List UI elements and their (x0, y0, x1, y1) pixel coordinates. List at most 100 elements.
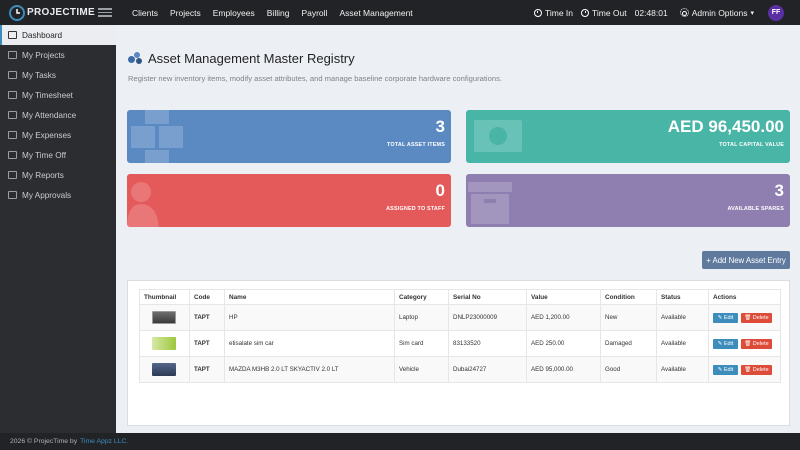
sidebar-item-label: My Time Off (22, 150, 66, 160)
table-header-row: Thumbnail Code Name Category Serial No V… (139, 289, 781, 305)
folder-icon (8, 51, 17, 59)
table-row: TAPT etisalate sim car Sim card 83133520… (139, 330, 781, 357)
asset-table-panel: Thumbnail Code Name Category Serial No V… (127, 280, 790, 426)
col-serial: Serial No (448, 289, 527, 305)
sidebar-item-label: My Expenses (22, 130, 72, 140)
sidebar-item-my-expenses[interactable]: My Expenses (0, 125, 116, 145)
sidebar-toggle-icon[interactable] (98, 8, 112, 17)
edit-button[interactable]: ✎ Edit (713, 312, 738, 323)
condition-cell: Good (600, 356, 657, 383)
name-cell: MAZDA M3HB 2.0 LT SKYACTIV 2.0 LT (224, 356, 395, 383)
footer-company-link[interactable]: Time Appz LLC. (80, 438, 128, 445)
main-nav: Clients Projects Employees Billing Payro… (126, 8, 419, 18)
thumbnail-cell (139, 330, 190, 357)
archive-icon (468, 182, 512, 224)
code-cell: TAPT (189, 330, 225, 357)
sidebar-item-my-tasks[interactable]: My Tasks (0, 65, 116, 85)
sidebar-item-label: My Timesheet (22, 90, 73, 100)
thumbnail-cell (139, 304, 190, 331)
thumbnail-cell (139, 356, 190, 383)
actions-cell: ✎ Edit 🗑 Delete (708, 356, 781, 383)
brand-name: PROJECTIME (27, 7, 96, 18)
table-row: TAPT MAZDA M3HB 2.0 LT SKYACTIV 2.0 LT V… (139, 356, 781, 383)
cubes-icon (131, 110, 183, 163)
nav-billing[interactable]: Billing (261, 8, 296, 18)
sidebar-item-label: My Attendance (22, 110, 77, 120)
page-header: Asset Management Master Registry (128, 51, 355, 66)
nav-payroll[interactable]: Payroll (295, 8, 333, 18)
name-cell: etisalate sim car (224, 330, 395, 357)
user-icon (127, 182, 159, 227)
value-cell: AED 1,200.00 (526, 304, 601, 331)
sidebar-item-label: Dashboard (22, 30, 63, 40)
sidebar-item-my-timesheet[interactable]: My Timesheet (0, 85, 116, 105)
sidebar-item-label: My Reports (22, 170, 64, 180)
serial-cell: DNLP23000009 (448, 304, 527, 331)
col-thumbnail: Thumbnail (139, 289, 190, 305)
stat-label: AVAILABLE SPARES (727, 206, 784, 212)
serial-cell: 83133520 (448, 330, 527, 357)
topbar-right: Time In Time Out 02:48:01 Admin Options ▾… (526, 4, 800, 21)
condition-cell: New (600, 304, 657, 331)
top-navbar: PROJECTIME Clients Projects Employees Bi… (0, 0, 800, 25)
admin-options-dropdown[interactable]: Admin Options ▾ (679, 7, 754, 18)
admin-options-label: Admin Options (691, 7, 748, 18)
clock-icon (533, 8, 542, 17)
laptop-thumbnail (152, 311, 176, 324)
col-condition: Condition (600, 289, 657, 305)
brand-logo[interactable]: PROJECTIME (0, 4, 96, 22)
time-in-label: Time In (544, 7, 573, 18)
col-status: Status (656, 289, 709, 305)
main-content: Asset Management Master Registry Registe… (116, 25, 800, 433)
code-cell: TAPT (189, 304, 225, 331)
asset-table: Thumbnail Code Name Category Serial No V… (139, 289, 781, 383)
status-cell: Available (656, 356, 709, 383)
money-icon (474, 120, 522, 152)
value-cell: AED 95,000.00 (526, 356, 601, 383)
col-code: Code (189, 289, 225, 305)
sidebar-item-my-approvals[interactable]: My Approvals (0, 185, 116, 205)
category-cell: Vehicle (394, 356, 449, 383)
stat-value: AED 96,450.00 (667, 117, 784, 136)
delete-button[interactable]: 🗑 Delete (741, 312, 772, 323)
folder-icon (8, 131, 17, 139)
edit-button[interactable]: ✎ Edit (713, 338, 738, 349)
stat-label: TOTAL CAPITAL VALUE (719, 142, 784, 148)
nav-asset-management[interactable]: Asset Management (333, 8, 418, 18)
cubes-icon (128, 52, 143, 65)
edit-button[interactable]: ✎ Edit (713, 364, 738, 375)
avatar[interactable]: FF (768, 4, 784, 21)
footer: 2026 © ProjecTime by Time Appz LLC. (0, 433, 800, 450)
name-cell: HP (224, 304, 395, 331)
col-value: Value (526, 289, 601, 305)
stat-card-capital-value: AED 96,450.00 TOTAL CAPITAL VALUE (466, 110, 790, 163)
time-in-button[interactable]: Time In (533, 7, 573, 18)
sidebar-item-dashboard[interactable]: Dashboard (0, 25, 116, 45)
actions-cell: ✎ Edit 🗑 Delete (708, 304, 781, 331)
footer-copyright: 2026 © ProjecTime by (10, 438, 78, 445)
vehicle-thumbnail (152, 363, 176, 376)
code-cell: TAPT (189, 356, 225, 383)
current-time: 02:48:01 (634, 7, 668, 18)
status-cell: Available (656, 304, 709, 331)
gear-icon (679, 8, 689, 17)
sidebar-item-my-time-off[interactable]: My Time Off (0, 145, 116, 165)
nav-projects[interactable]: Projects (164, 8, 207, 18)
stat-card-assigned: 0 ASSIGNED TO STAFF (127, 174, 451, 227)
nav-clients[interactable]: Clients (126, 8, 164, 18)
folder-icon (8, 171, 17, 179)
page-title: Asset Management Master Registry (148, 51, 355, 66)
time-out-button[interactable]: Time Out (581, 8, 627, 18)
add-asset-button[interactable]: + Add New Asset Entry (702, 251, 790, 269)
sidebar-item-my-projects[interactable]: My Projects (0, 45, 116, 65)
sidebar-item-my-reports[interactable]: My Reports (0, 165, 116, 185)
sidebar-item-my-attendance[interactable]: My Attendance (0, 105, 116, 125)
stat-label: ASSIGNED TO STAFF (386, 206, 445, 212)
delete-button[interactable]: 🗑 Delete (741, 338, 772, 349)
col-name: Name (224, 289, 395, 305)
nav-employees[interactable]: Employees (207, 8, 261, 18)
sidebar-item-label: My Tasks (22, 70, 56, 80)
sidebar-item-label: My Approvals (22, 190, 72, 200)
home-icon (8, 31, 17, 39)
delete-button[interactable]: 🗑 Delete (741, 364, 772, 375)
